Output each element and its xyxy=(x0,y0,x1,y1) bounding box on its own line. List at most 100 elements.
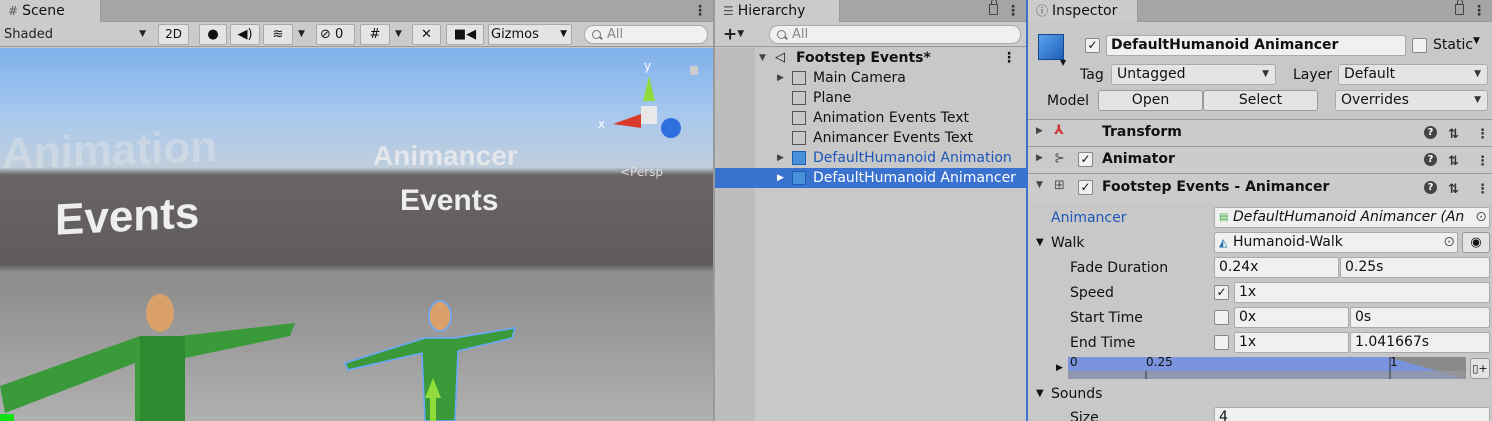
effects-toggle-button[interactable]: ≋ xyxy=(263,24,293,45)
static-label: Static xyxy=(1433,37,1474,53)
start-time-seconds-field[interactable]: 0s xyxy=(1350,307,1490,328)
preset-icon[interactable]: ⇅ xyxy=(1448,154,1459,169)
add-event-button[interactable]: ▯+ xyxy=(1470,358,1490,379)
component-menu-icon[interactable]: ⋮ xyxy=(1476,127,1489,142)
object-picker-icon[interactable]: ⊙ xyxy=(1475,208,1487,227)
humanoid-right-selected[interactable] xyxy=(343,300,517,421)
tab-hierarchy[interactable]: ☰ Hierarchy xyxy=(715,0,840,22)
end-time-toggle-checkbox[interactable] xyxy=(1214,335,1229,350)
2d-toggle-button[interactable]: 2D xyxy=(158,24,189,45)
transform-component-header[interactable]: ▶ ⅄ Transform ? ⇅ ⋮ xyxy=(1028,119,1492,146)
hierarchy-menu-icon[interactable]: ⋮ xyxy=(1006,3,1020,19)
object-name-field[interactable]: DefaultHumanoid Animancer xyxy=(1106,35,1406,56)
end-time-seconds-field[interactable]: 1.041667s xyxy=(1350,332,1490,353)
gizmo-z-axis[interactable] xyxy=(661,118,681,138)
gizmo-center[interactable] xyxy=(641,106,657,124)
audio-toggle-button[interactable]: ◀) xyxy=(230,24,260,45)
expand-arrow-icon[interactable]: ▼ xyxy=(759,48,766,68)
camera-button[interactable]: ■◀ xyxy=(446,24,484,45)
help-icon[interactable]: ? xyxy=(1424,181,1437,194)
add-object-button[interactable]: +▼ xyxy=(723,24,744,45)
gizmos-dropdown[interactable]: Gizmos ▼ xyxy=(488,24,572,45)
effects-dropdown-icon[interactable]: ▼ xyxy=(298,24,305,45)
persp-label[interactable]: <Persp xyxy=(620,165,663,179)
chevron-down-icon: ▼ xyxy=(737,29,745,39)
collapse-arrow-icon[interactable]: ▼ xyxy=(1036,180,1043,190)
speed-field[interactable]: 1x xyxy=(1234,282,1490,303)
tab-scene-label: Scene xyxy=(22,3,65,19)
end-time-normalized-field[interactable]: 1x xyxy=(1234,332,1349,353)
start-time-toggle-checkbox[interactable] xyxy=(1214,310,1229,325)
footstep-enabled-checkbox[interactable]: ✓ xyxy=(1078,180,1093,195)
tab-scene[interactable]: # Scene xyxy=(0,0,101,22)
footstep-events-component-header[interactable]: ▼ ⊞ ✓ Footstep Events - Animancer ? ⇅ ⋮ xyxy=(1028,173,1492,202)
select-button[interactable]: Select xyxy=(1203,90,1318,111)
hidden-objects-toggle[interactable]: ⊘ 0 xyxy=(316,24,355,45)
hierarchy-item[interactable]: Plane xyxy=(715,88,1026,108)
gizmo-x-axis[interactable] xyxy=(613,114,641,128)
event-timeline[interactable]: 0 0.25 1 xyxy=(1068,355,1466,379)
expand-arrow-icon[interactable]: ▶ xyxy=(1036,126,1043,136)
inspector-menu-icon[interactable]: ⋮ xyxy=(1472,3,1486,19)
animator-enabled-checkbox[interactable]: ✓ xyxy=(1078,152,1093,167)
shading-mode-dropdown[interactable]: Shaded ▼ xyxy=(4,24,150,45)
orientation-gizmo[interactable]: y x xyxy=(595,56,695,156)
preview-eye-button[interactable]: ◉ xyxy=(1462,232,1490,253)
object-picker-icon[interactable]: ⊙ xyxy=(1443,233,1455,252)
open-button[interactable]: Open xyxy=(1098,90,1203,111)
scene-menu-icon[interactable]: ⋮ xyxy=(693,3,707,19)
overrides-dropdown[interactable]: Overrides xyxy=(1335,90,1488,111)
walk-clip-field[interactable]: ◭ Humanoid-Walk ⊙ xyxy=(1214,232,1458,253)
static-checkbox[interactable] xyxy=(1412,38,1427,53)
animancer-object-field[interactable]: ▤ DefaultHumanoid Animancer (An ⊙ xyxy=(1214,207,1490,228)
prefab-cube-icon[interactable] xyxy=(1038,34,1064,60)
active-checkbox[interactable]: ✓ xyxy=(1085,38,1100,53)
hierarchy-search-input[interactable]: All xyxy=(769,25,1021,44)
speed-toggle-checkbox[interactable]: ✓ xyxy=(1214,285,1229,300)
size-field[interactable]: 4 xyxy=(1214,407,1490,421)
scene-root-row[interactable]: ▼ ◁ Footstep Events* ⋮ xyxy=(715,48,1026,68)
layer-dropdown[interactable]: Default xyxy=(1338,64,1488,85)
gizmo-y-axis[interactable] xyxy=(643,76,655,101)
expand-arrow-icon[interactable]: ▶ xyxy=(777,168,784,188)
tools-button[interactable]: ✕ xyxy=(412,24,441,45)
component-menu-icon[interactable]: ⋮ xyxy=(1476,182,1489,197)
script-icon: ▤ xyxy=(1219,212,1229,223)
expand-arrow-icon[interactable]: ▶ xyxy=(1036,153,1043,163)
help-icon[interactable]: ? xyxy=(1424,126,1437,139)
layers-icon: ≋ xyxy=(272,27,284,42)
hierarchy-item-label: DefaultHumanoid Animation xyxy=(813,150,1012,166)
scene-menu-icon[interactable]: ⋮ xyxy=(1002,48,1016,68)
tag-dropdown[interactable]: Untagged xyxy=(1111,64,1276,85)
hierarchy-item[interactable]: ▶ DefaultHumanoid Animancer xyxy=(715,168,1026,188)
preset-icon[interactable]: ⇅ xyxy=(1448,182,1459,197)
hierarchy-item[interactable]: ▶ Main Camera xyxy=(715,68,1026,88)
expand-arrow-icon[interactable]: ▶ xyxy=(777,148,784,168)
fade-duration-normalized-field[interactable]: 0.24x xyxy=(1214,257,1339,278)
expand-arrow-icon[interactable]: ▶ xyxy=(777,68,784,88)
lighting-toggle-button[interactable]: ● xyxy=(199,24,227,45)
sounds-collapse-arrow-icon[interactable]: ▼ xyxy=(1036,384,1044,404)
preset-icon[interactable]: ⇅ xyxy=(1448,127,1459,142)
fade-duration-seconds-field[interactable]: 0.25s xyxy=(1340,257,1490,278)
grid-toggle-button[interactable]: # xyxy=(360,24,390,45)
lock-icon[interactable] xyxy=(989,0,998,15)
grid-dropdown-icon[interactable]: ▼ xyxy=(395,24,402,45)
hierarchy-item[interactable]: Animation Events Text xyxy=(715,108,1026,128)
lock-icon[interactable] xyxy=(1455,0,1464,15)
start-time-label: Start Time xyxy=(1070,310,1143,326)
hierarchy-item[interactable]: ▶ DefaultHumanoid Animation xyxy=(715,148,1026,168)
gameobject-cube-icon xyxy=(792,111,806,125)
start-time-normalized-field[interactable]: 0x xyxy=(1234,307,1349,328)
walk-collapse-arrow-icon[interactable]: ▼ xyxy=(1036,233,1044,253)
scene-search-input[interactable]: All xyxy=(584,25,708,44)
hierarchy-item[interactable]: Animancer Events Text xyxy=(715,128,1026,148)
static-dropdown-icon[interactable]: ▼ xyxy=(1473,36,1480,46)
scene-viewport[interactable]: Animation Events Animancer Events <Persp… xyxy=(0,48,713,421)
tab-inspector[interactable]: ⓘ Inspector xyxy=(1028,0,1138,22)
component-menu-icon[interactable]: ⋮ xyxy=(1476,154,1489,169)
help-icon[interactable]: ? xyxy=(1424,153,1437,166)
timeline-expand-arrow-icon[interactable]: ▶ xyxy=(1056,358,1063,378)
view-lock-icon[interactable] xyxy=(690,66,698,75)
animator-component-header[interactable]: ▶ ⊱ ✓ Animator ? ⇅ ⋮ xyxy=(1028,146,1492,173)
